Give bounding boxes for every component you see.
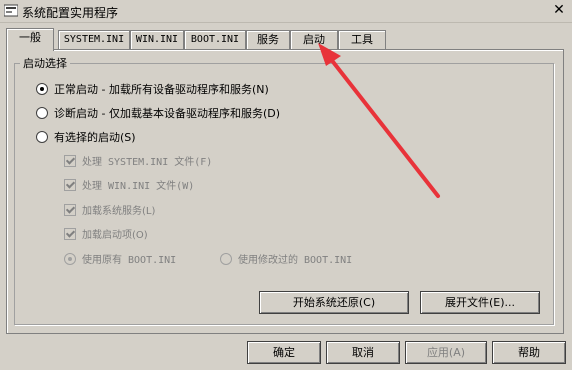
tab-system-ini[interactable]: SYSTEM.INI [58,30,130,49]
startup-selection-legend: 启动选择 [20,55,70,71]
help-button[interactable]: 帮助 [492,341,566,364]
load-system-services-label: 加载系统服务(L) [82,206,156,217]
selective-startup-label: 有选择的启动(S) [54,131,136,144]
radio-icon[interactable] [36,107,48,119]
radio-selected-icon[interactable] [36,83,48,95]
system-restore-button[interactable]: 开始系统还原(C) [259,291,409,314]
use-original-boot-ini-option: 使用原有 BOOT.INI [64,253,176,269]
selective-startup-option[interactable]: 有选择的启动(S) [36,130,136,146]
checkbox-checked-icon [64,155,76,167]
use-original-boot-ini-label: 使用原有 BOOT.INI [82,255,177,266]
normal-startup-label: 正常启动 - 加载所有设备驱动程序和服务(N) [54,83,269,96]
radio-icon[interactable] [36,131,48,143]
msconfig-app-icon [4,4,18,17]
expand-file-button[interactable]: 展开文件(E)... [420,291,540,314]
tab-startup[interactable]: 启动 [290,30,338,49]
checkbox-checked-icon [64,204,76,216]
load-startup-items-label: 加载启动项(O) [82,230,148,241]
load-system-services-checkbox: 加载系统服务(L) [64,204,155,220]
use-modified-boot-ini-label: 使用修改过的 BOOT.INI [238,255,353,266]
process-system-ini-checkbox: 处理 SYSTEM.INI 文件(F) [64,155,212,171]
checkbox-checked-icon [64,228,76,240]
tab-strip: 一般 SYSTEM.INI WIN.INI BOOT.INI 服务 启动 工具 [6,28,566,51]
radio-disabled-selected-icon [64,253,76,265]
tab-services[interactable]: 服务 [246,30,290,49]
close-button[interactable]: ✕ [552,3,566,17]
tab-win-ini[interactable]: WIN.INI [130,30,184,49]
ok-button[interactable]: 确定 [247,341,321,364]
checkbox-checked-icon [64,179,76,191]
system-config-window: 系统配置实用程序 ✕ 一般 SYSTEM.INI WIN.INI BOOT.IN… [0,0,572,370]
window-title: 系统配置实用程序 [22,6,119,20]
load-startup-items-checkbox: 加载启动项(O) [64,228,148,244]
diagnostic-startup-option[interactable]: 诊断启动 - 仅加载基本设备驱动程序和服务(D) [36,106,280,122]
process-win-ini-checkbox: 处理 WIN.INI 文件(W) [64,179,194,195]
tab-general[interactable]: 一般 [6,28,54,51]
process-win-ini-label: 处理 WIN.INI 文件(W) [82,181,195,192]
title-bar: 系统配置实用程序 ✕ [0,0,572,23]
use-modified-boot-ini-option: 使用修改过的 BOOT.INI [220,253,352,269]
tab-tools[interactable]: 工具 [338,30,386,49]
apply-button: 应用(A) [405,341,487,364]
cancel-button[interactable]: 取消 [326,341,400,364]
diagnostic-startup-label: 诊断启动 - 仅加载基本设备驱动程序和服务(D) [54,107,281,120]
tab-boot-ini[interactable]: BOOT.INI [184,30,246,49]
radio-disabled-icon [220,253,232,265]
process-system-ini-label: 处理 SYSTEM.INI 文件(F) [82,157,213,168]
normal-startup-option[interactable]: 正常启动 - 加载所有设备驱动程序和服务(N) [36,82,269,98]
